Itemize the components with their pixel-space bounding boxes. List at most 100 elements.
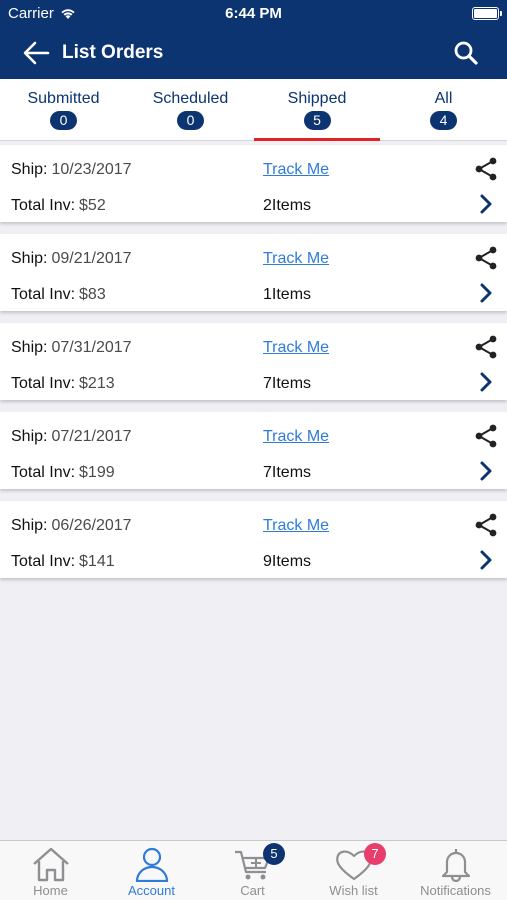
- tab-count-badge: 0: [177, 111, 204, 130]
- items-label: Items: [271, 553, 312, 570]
- total-label: Total Inv:: [11, 375, 76, 392]
- ship-date-row: Ship: 07/31/2017: [11, 339, 132, 357]
- ship-label: Ship:: [11, 339, 48, 356]
- tab-label: Cart: [240, 883, 265, 898]
- items-label: Items: [271, 464, 312, 481]
- tab-label: Account: [128, 883, 175, 898]
- total-amount: $83: [79, 286, 106, 303]
- tab-all[interactable]: All 4: [380, 79, 507, 141]
- items-count-row: 9Items: [263, 553, 311, 571]
- items-count: 9: [263, 553, 272, 570]
- tab-count-badge: 4: [430, 111, 457, 130]
- items-count: 1: [263, 286, 272, 303]
- bell-icon: [441, 849, 470, 882]
- items-label: Items: [271, 197, 312, 214]
- tab-notifications[interactable]: Notifications: [404, 841, 507, 900]
- ship-date: 10/23/2017: [51, 161, 132, 178]
- order-card[interactable]: Ship: 06/26/2017 Track Me Total Inv: $141 …: [0, 501, 507, 578]
- status-bar: Carrier 6:44 PM: [0, 0, 507, 28]
- share-icon[interactable]: [474, 513, 498, 537]
- chevron-right-icon[interactable]: [478, 282, 494, 304]
- tab-home[interactable]: Home: [0, 841, 101, 900]
- order-card[interactable]: Ship: 09/21/2017 Track Me Total Inv: $83 1…: [0, 234, 507, 311]
- cart-count-badge: 5: [263, 843, 285, 865]
- back-arrow-icon[interactable]: [22, 40, 50, 66]
- ship-date-row: Ship: 07/21/2017: [11, 428, 132, 446]
- items-count-row: 1Items: [263, 286, 311, 304]
- items-label: Items: [271, 286, 312, 303]
- total-label: Total Inv:: [11, 197, 76, 214]
- wishlist-count-badge: 7: [364, 843, 386, 865]
- ship-date: 09/21/2017: [51, 250, 132, 267]
- share-icon[interactable]: [474, 157, 498, 181]
- account-icon: [135, 847, 168, 882]
- order-status-tabs: Submitted 0 Scheduled 0 Shipped 5 All 4: [0, 79, 507, 141]
- ship-date: 07/31/2017: [51, 339, 132, 356]
- ship-date-row: Ship: 06/26/2017: [11, 517, 132, 535]
- total-invoice-row: Total Inv: $213: [11, 375, 115, 393]
- track-me-link[interactable]: Track Me: [263, 517, 329, 535]
- total-invoice-row: Total Inv: $199: [11, 464, 115, 482]
- tab-submitted[interactable]: Submitted 0: [0, 79, 127, 141]
- items-label: Items: [271, 375, 312, 392]
- navigation-bar: List Orders: [0, 28, 507, 79]
- track-me-link[interactable]: Track Me: [263, 161, 329, 179]
- battery-icon: [472, 7, 502, 20]
- ship-date: 07/21/2017: [51, 428, 132, 445]
- track-me-link[interactable]: Track Me: [263, 339, 329, 357]
- tab-label: Submitted: [27, 90, 100, 107]
- tab-label: Notifications: [420, 883, 491, 898]
- items-count: 7: [263, 375, 272, 392]
- total-amount: $141: [79, 553, 115, 570]
- tab-label: Home: [33, 883, 68, 898]
- tab-label: Scheduled: [152, 90, 229, 107]
- total-amount: $52: [79, 197, 106, 214]
- track-me-link[interactable]: Track Me: [263, 250, 329, 268]
- ship-label: Ship:: [11, 428, 48, 445]
- share-icon[interactable]: [474, 246, 498, 270]
- ship-date-row: Ship: 10/23/2017: [11, 161, 132, 179]
- items-count-row: 7Items: [263, 375, 311, 393]
- tab-count-badge: 0: [50, 111, 77, 130]
- page-title: List Orders: [62, 42, 164, 63]
- search-icon[interactable]: [453, 40, 479, 66]
- tab-cart[interactable]: 5 Cart: [202, 841, 303, 900]
- order-card[interactable]: Ship: 07/31/2017 Track Me Total Inv: $213 …: [0, 323, 507, 400]
- total-invoice-row: Total Inv: $141: [11, 553, 115, 571]
- tab-wish-list[interactable]: 7 Wish list: [303, 841, 404, 900]
- active-tab-indicator: [254, 138, 380, 141]
- tab-account[interactable]: Account: [101, 841, 202, 900]
- chevron-right-icon[interactable]: [478, 193, 494, 215]
- status-time: 6:44 PM: [225, 5, 282, 22]
- ship-date-row: Ship: 09/21/2017: [11, 250, 132, 268]
- total-label: Total Inv:: [11, 553, 76, 570]
- tab-label: Shipped: [287, 90, 347, 107]
- total-label: Total Inv:: [11, 286, 76, 303]
- tab-count-badge: 5: [303, 111, 331, 130]
- bottom-tab-bar: Home Account 5 Cart 7 Wish list Notifica…: [0, 840, 507, 900]
- ship-date: 06/26/2017: [51, 517, 132, 534]
- ship-label: Ship:: [11, 161, 48, 178]
- order-card[interactable]: Ship: 07/21/2017 Track Me Total Inv: $199 …: [0, 412, 507, 489]
- share-icon[interactable]: [474, 335, 498, 359]
- total-amount: $199: [79, 464, 115, 481]
- order-card[interactable]: Ship: 10/23/2017 Track Me Total Inv: $52 2…: [0, 145, 507, 222]
- chevron-right-icon[interactable]: [478, 460, 494, 482]
- tab-label: All: [434, 90, 453, 107]
- items-count: 7: [263, 464, 272, 481]
- items-count-row: 7Items: [263, 464, 311, 482]
- ship-label: Ship:: [11, 517, 48, 534]
- tab-scheduled[interactable]: Scheduled 0: [127, 79, 254, 141]
- total-amount: $213: [79, 375, 115, 392]
- chevron-right-icon[interactable]: [478, 549, 494, 571]
- tab-shipped[interactable]: Shipped 5: [254, 79, 380, 141]
- items-count-row: 2Items: [263, 197, 311, 215]
- home-icon: [32, 847, 69, 882]
- track-me-link[interactable]: Track Me: [263, 428, 329, 446]
- total-invoice-row: Total Inv: $52: [11, 197, 106, 215]
- share-icon[interactable]: [474, 424, 498, 448]
- chevron-right-icon[interactable]: [478, 371, 494, 393]
- total-label: Total Inv:: [11, 464, 76, 481]
- total-invoice-row: Total Inv: $83: [11, 286, 106, 304]
- tab-label: Wish list: [329, 883, 378, 898]
